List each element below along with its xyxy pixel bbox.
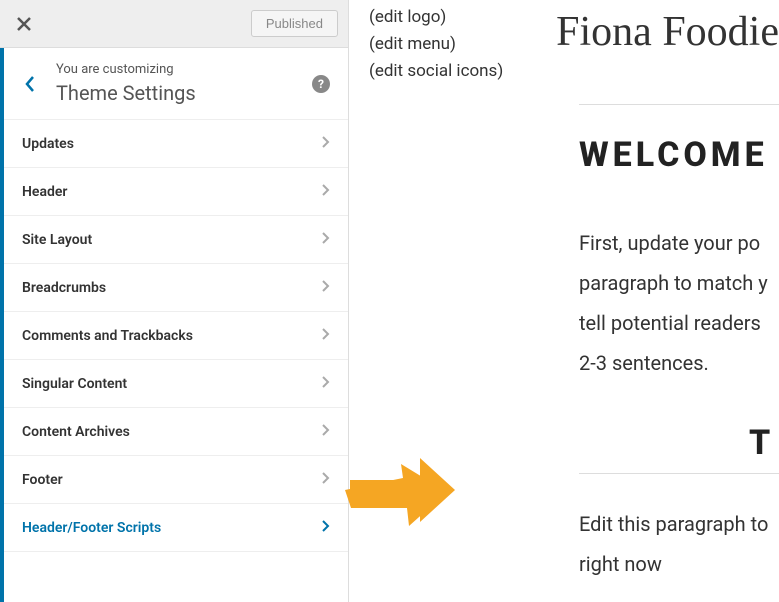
menu-item-label: Site Layout [22, 232, 92, 248]
back-button[interactable] [12, 75, 48, 93]
chevron-right-icon [321, 326, 330, 345]
menu-item-updates[interactable]: Updates [4, 120, 348, 168]
menu-item-footer[interactable]: Footer [4, 456, 348, 504]
menu-item-label: Breadcrumbs [22, 280, 106, 296]
chevron-right-icon [321, 422, 330, 441]
chevron-right-icon [321, 134, 330, 153]
help-icon[interactable]: ? [312, 75, 330, 93]
menu-item-site-layout[interactable]: Site Layout [4, 216, 348, 264]
menu-list: Updates Header Site Layout Breadcrumbs C… [4, 120, 348, 552]
menu-item-label: Updates [22, 136, 74, 152]
section-title: Theme Settings [56, 81, 312, 105]
chevron-right-icon [321, 374, 330, 393]
preview-pane: (edit logo) (edit menu) (edit social ico… [349, 0, 779, 602]
menu-item-comments-trackbacks[interactable]: Comments and Trackbacks [4, 312, 348, 360]
customizing-label: You are customizing [56, 62, 312, 77]
close-button[interactable] [10, 10, 38, 38]
chevron-right-icon [321, 470, 330, 489]
body-paragraph-2: Edit this paragraph to right now [579, 504, 779, 584]
menu-item-label: Header [22, 184, 67, 200]
menu-item-label: Comments and Trackbacks [22, 328, 193, 344]
welcome-heading: WELCOME [579, 135, 779, 175]
chevron-right-icon [321, 182, 330, 201]
section-heading: T [749, 423, 779, 463]
menu-item-header[interactable]: Header [4, 168, 348, 216]
chevron-right-icon [321, 518, 330, 537]
divider [579, 104, 779, 105]
menu-item-header-footer-scripts[interactable]: Header/Footer Scripts [4, 504, 348, 552]
top-bar: Published [0, 0, 348, 48]
divider [579, 473, 779, 474]
menu-item-label: Footer [22, 472, 63, 488]
section-header: You are customizing Theme Settings ? [4, 48, 348, 120]
menu-item-content-archives[interactable]: Content Archives [4, 408, 348, 456]
menu-item-label: Singular Content [22, 376, 127, 392]
menu-item-label: Header/Footer Scripts [22, 520, 161, 536]
active-indicator-bar [0, 48, 4, 602]
brand-name: Fiona Foodie [556, 8, 779, 56]
close-icon [17, 17, 31, 31]
menu-item-singular-content[interactable]: Singular Content [4, 360, 348, 408]
chevron-left-icon [24, 75, 36, 93]
edit-social-link[interactable]: (edit social icons) [369, 58, 779, 85]
body-paragraph: First, update your po paragraph to match… [579, 223, 779, 383]
menu-item-label: Content Archives [22, 424, 130, 440]
published-button[interactable]: Published [251, 10, 338, 37]
chevron-right-icon [321, 278, 330, 297]
menu-item-breadcrumbs[interactable]: Breadcrumbs [4, 264, 348, 312]
chevron-right-icon [321, 230, 330, 249]
